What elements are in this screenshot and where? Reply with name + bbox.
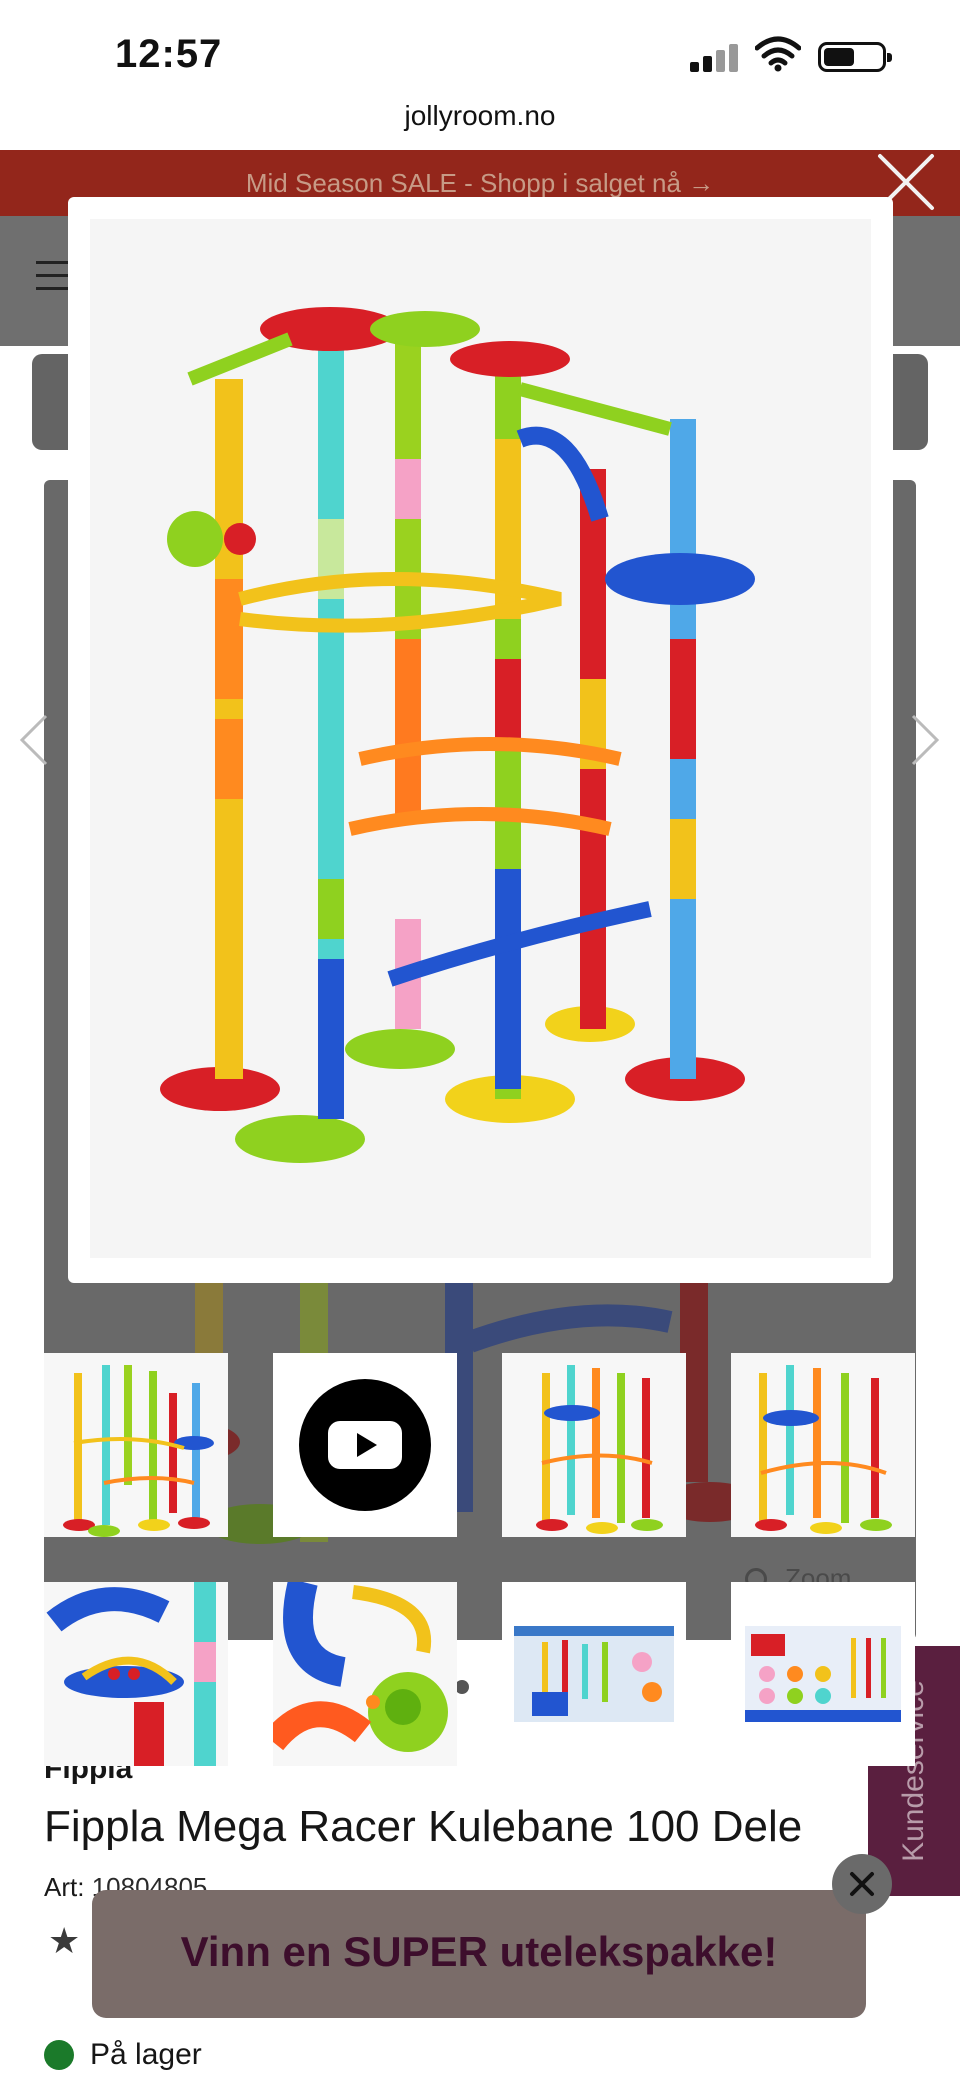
thumbnail-image [44, 1582, 228, 1766]
battery-icon [818, 42, 892, 72]
promo-popup[interactable]: Vinn en SUPER utelekspakke! [92, 1890, 866, 2018]
in-stock-icon [44, 2040, 74, 2070]
close-icon [850, 1872, 874, 1896]
promo-banner-text: Mid Season SALE - Shopp i salget nå → [245, 168, 715, 198]
article-label: Art: [44, 1872, 85, 1902]
popup-close-button[interactable] [832, 1854, 892, 1914]
thumbnail-6[interactable] [273, 1582, 457, 1766]
previous-image-arrow-icon[interactable] [14, 710, 54, 770]
stock-status: På lager [90, 2038, 202, 2071]
thumbnail-7[interactable] [502, 1582, 686, 1766]
thumbnail-4[interactable] [731, 1353, 915, 1537]
thumbnail-image [273, 1582, 457, 1766]
thumbnail-video[interactable] [273, 1353, 457, 1537]
box-image [731, 1582, 915, 1766]
marble-run-image [90, 219, 871, 1258]
url-bar[interactable]: jollyroom.no [0, 100, 960, 150]
cellular-signal-icon [690, 44, 740, 72]
thumbnail-1[interactable] [44, 1353, 228, 1537]
thumbnail-image [731, 1353, 915, 1537]
main-product-image[interactable] [90, 219, 871, 1258]
thumbnail-3[interactable] [502, 1353, 686, 1537]
box-image [502, 1582, 686, 1766]
thumbnail-image [502, 1353, 686, 1537]
status-bar: 12:57 [0, 0, 960, 100]
rating-star-icon[interactable]: ★ [48, 1920, 80, 1962]
youtube-play-icon [273, 1353, 457, 1537]
thumbnail-8[interactable] [731, 1582, 915, 1766]
gallery-image-peek [150, 1282, 760, 1544]
menu-icon[interactable] [36, 261, 70, 291]
status-time: 12:57 [115, 32, 223, 76]
product-title: Fippla Mega Racer Kulebane 100 Dele [44, 1802, 803, 1851]
thumbnail-5[interactable] [44, 1582, 228, 1766]
promo-popup-text: Vinn en SUPER utelekspakke! [180, 1928, 778, 1975]
next-image-arrow-icon[interactable] [905, 710, 945, 770]
lightbox-image-frame [68, 197, 893, 1283]
gallery-dot[interactable] [455, 1680, 469, 1694]
wifi-icon [755, 36, 801, 72]
thumbnail-image [44, 1353, 228, 1537]
